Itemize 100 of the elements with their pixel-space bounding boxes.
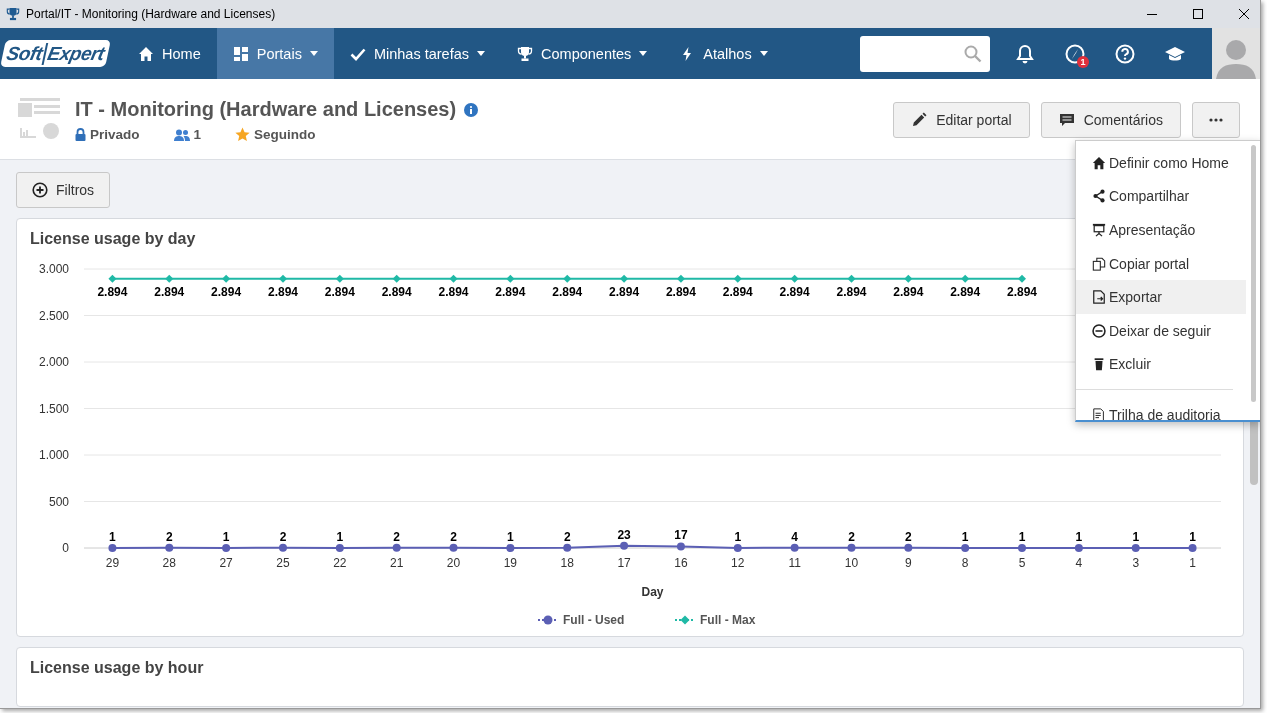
menu-item[interactable]: Copiar portal [1076, 246, 1246, 281]
pencil-icon [911, 112, 928, 128]
info-icon[interactable] [464, 102, 479, 117]
search-icon [964, 44, 982, 63]
compass-icon[interactable] [1065, 43, 1085, 64]
comments-button[interactable]: Comentários [1040, 102, 1181, 138]
export-icon [1092, 290, 1106, 305]
copy-icon [1092, 256, 1106, 271]
document-icon [1092, 407, 1106, 420]
notification-badge: 1 [1077, 56, 1089, 68]
menu-item[interactable]: Trilha de auditoria [1076, 398, 1246, 420]
logo[interactable]: SoftExpert [0, 40, 111, 67]
data-label: 1 [1018, 529, 1026, 544]
x-tick-label: 11 [788, 556, 801, 570]
data-point [165, 274, 174, 283]
menu-item[interactable]: Apresentação [1076, 213, 1246, 247]
filters-button[interactable]: Filtros [16, 172, 111, 208]
share-icon [1092, 189, 1106, 204]
data-point [335, 274, 344, 283]
data-label: 2.894 [1007, 284, 1038, 299]
minus-circle-icon [1092, 323, 1106, 338]
trophy-icon [6, 7, 20, 21]
data-label: 1 [961, 529, 969, 544]
data-label: 2.894 [211, 284, 242, 299]
legend-label[interactable]: Full - Max [700, 613, 756, 627]
data-point [733, 274, 742, 283]
data-point [392, 543, 401, 552]
nav-item[interactable]: Atalhos [663, 28, 784, 79]
x-tick-label: 9 [905, 556, 912, 570]
data-point [108, 543, 117, 552]
data-label: 23 [617, 527, 631, 542]
graduation-cap-icon[interactable] [1164, 44, 1186, 63]
data-label: 2.894 [609, 284, 640, 299]
menu-item[interactable]: Exportar [1076, 280, 1246, 314]
data-label: 2.894 [267, 284, 298, 299]
legend-marker-icon[interactable] [537, 615, 559, 625]
data-point [676, 542, 685, 551]
data-label: 2.894 [438, 284, 469, 299]
maximize-icon[interactable] [1192, 8, 1204, 20]
data-point [279, 274, 287, 283]
comment-icon [1058, 112, 1075, 128]
card-title: License usage by day [30, 230, 196, 247]
legend-label[interactable]: Full - Used [563, 613, 625, 627]
data-point [165, 543, 174, 552]
x-tick-label: 4 [1075, 556, 1083, 570]
data-point [563, 274, 572, 283]
data-point [1131, 543, 1140, 552]
data-label: 2.894 [836, 284, 867, 299]
data-label: 2.894 [779, 284, 810, 299]
x-tick-label: 16 [674, 556, 688, 570]
data-point [1074, 543, 1083, 552]
y-tick-label: 500 [48, 494, 69, 509]
y-tick-label: 1.000 [38, 448, 69, 462]
data-point [1188, 543, 1197, 552]
presentation-icon [1092, 223, 1106, 237]
nav-item[interactable]: Home [122, 28, 217, 79]
data-label: 2.894 [381, 284, 412, 299]
data-point [1018, 274, 1027, 283]
menu-item[interactable]: Compartilhar [1076, 179, 1246, 214]
data-point [335, 543, 344, 552]
data-label: 2.894 [552, 284, 583, 299]
x-tick-label: 27 [219, 556, 233, 570]
data-point [847, 274, 856, 283]
follow-status: Seguindo [254, 127, 316, 142]
data-point [222, 543, 231, 552]
close-icon[interactable] [1238, 8, 1250, 20]
y-tick-label: 0 [62, 541, 69, 555]
data-label: 1 [734, 529, 742, 544]
data-point [449, 274, 458, 283]
nav-item[interactable]: Componentes [501, 28, 664, 79]
portal-title: IT - Monitoring (Hardware and Licenses) [75, 98, 457, 121]
data-label: 2.894 [324, 284, 355, 299]
menu-item[interactable]: Deixar de seguir [1076, 313, 1246, 348]
edit-button[interactable]: Editar portal [893, 102, 1030, 138]
nav-item[interactable]: Minhas tarefas [333, 28, 501, 79]
help-icon[interactable] [1115, 43, 1135, 64]
data-label: 2 [450, 529, 457, 544]
nav-item[interactable]: Portais [216, 28, 334, 79]
data-label: 1 [222, 529, 230, 544]
x-tick-label: 28 [162, 556, 176, 570]
menu-item[interactable]: Excluir [1076, 347, 1246, 382]
trophy-icon [517, 45, 533, 62]
x-tick-label: 22 [333, 556, 347, 570]
data-label: 1 [507, 529, 514, 544]
data-point [733, 543, 742, 552]
legend-marker-icon[interactable] [674, 615, 696, 625]
x-tick-label: 3 [1132, 556, 1140, 570]
menu-item[interactable]: Definir como Home [1076, 146, 1246, 180]
data-label: 1 [1189, 529, 1196, 544]
search-field[interactable] [860, 35, 990, 72]
grid-icon [232, 45, 249, 62]
data-label: 2.894 [154, 284, 185, 299]
data-label: 2 [905, 529, 912, 544]
scrollbar-thumb[interactable] [1251, 145, 1256, 402]
data-label: 2 [165, 529, 173, 544]
data-point [620, 541, 629, 550]
data-point [961, 543, 970, 552]
data-label: 1 [109, 529, 116, 544]
member-count: 1 [193, 127, 202, 142]
bell-icon[interactable] [1016, 43, 1034, 64]
